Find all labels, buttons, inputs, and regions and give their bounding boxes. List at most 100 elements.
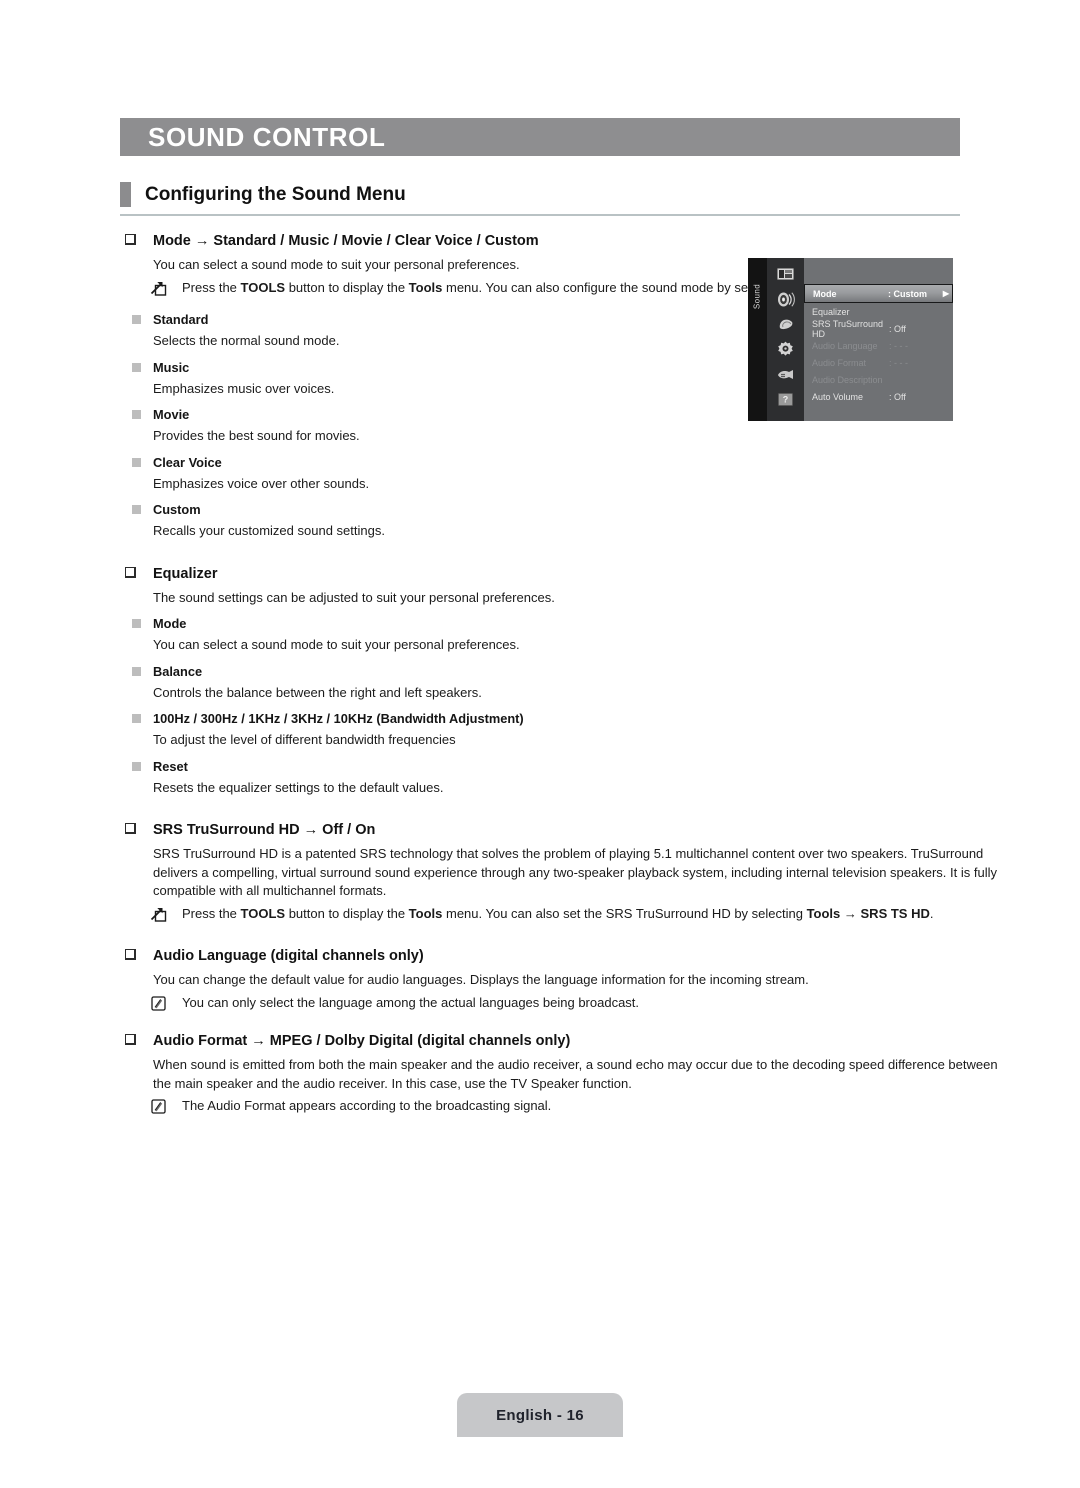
osd-row-label: Mode — [813, 288, 837, 299]
manual-page: SOUND CONTROL Configuring the Sound Menu… — [0, 0, 1080, 1488]
filled-square-bullet-icon — [132, 619, 141, 628]
filled-square-bullet-icon — [132, 714, 141, 723]
open-square-bullet-icon — [125, 823, 136, 834]
osd-menu-list: Mode : Custom ▶ Equalizer SRS TruSurroun… — [804, 258, 953, 421]
setup-icon[interactable] — [775, 339, 797, 359]
chapter-header-bar: SOUND CONTROL — [120, 118, 960, 156]
chapter-title: SOUND CONTROL — [148, 122, 386, 152]
input-icon[interactable] — [775, 364, 797, 384]
osd-row-value: : Off — [889, 323, 906, 334]
osd-row-audio-description: Audio Description — [804, 371, 953, 388]
osd-row-label: Audio Description — [812, 374, 883, 385]
section-title: Configuring the Sound Menu — [145, 184, 406, 205]
heading-srs-text: SRS TruSurround HD → Off / On — [153, 822, 376, 838]
open-square-bullet-icon — [125, 1034, 136, 1045]
audio-language-body: You can change the default value for aud… — [153, 972, 809, 987]
list-item: Custom — [120, 501, 980, 518]
tv-osd-screenshot: Sound ? Mode: Custom ▶ Equalizer SRS Tr… — [748, 258, 953, 421]
osd-row-label: Audio Language — [812, 340, 878, 351]
audio-format-body: When sound is emitted from both the main… — [153, 1057, 998, 1091]
tools-icon — [150, 281, 167, 296]
srs-tools-note-text: Press the TOOLS button to display the To… — [182, 905, 934, 921]
equalizer-intro: The sound settings can be adjusted to su… — [153, 589, 555, 605]
audio-language-note: You can only select the language among t… — [120, 994, 980, 1013]
equalizer-item-list: Mode You can select a sound mode to suit… — [120, 615, 980, 797]
list-item-label: 100Hz / 300Hz / 1KHz / 3KHz / 10KHz (Ban… — [153, 711, 524, 726]
heading-srs-trusurround: SRS TruSurround HD → Off / On — [120, 821, 980, 839]
open-square-bullet-icon — [125, 234, 136, 245]
list-item-desc: Recalls your customized sound settings. — [153, 523, 385, 538]
support-icon[interactable]: ? — [775, 389, 797, 409]
audio-language-note-text: You can only select the language among t… — [182, 994, 640, 1010]
osd-vertical-label: Sound — [752, 283, 762, 310]
list-item-label: Standard — [153, 312, 209, 327]
osd-row-srs-trusurround-hd[interactable]: SRS TruSurround HD : Off — [804, 319, 953, 339]
picture-icon[interactable] — [775, 264, 797, 284]
osd-row-mode[interactable]: Mode : Custom ▶ — [804, 284, 953, 303]
heading-audio-format-text: Audio Format → MPEG / Dolby Digital (dig… — [153, 1033, 571, 1049]
filled-square-bullet-icon — [132, 761, 141, 771]
heading-equalizer: Equalizer — [120, 565, 980, 583]
section-divider — [120, 214, 960, 216]
audio-format-note: The Audio Format appears according to th… — [120, 1097, 980, 1116]
list-item-label: Custom — [153, 502, 201, 517]
osd-row-value: : - - - — [889, 340, 908, 351]
list-item: Mode — [120, 615, 980, 632]
list-item-label: Movie — [153, 407, 190, 422]
section-marker-icon — [120, 182, 131, 207]
list-item-label: Balance — [153, 663, 203, 679]
page-footer-tab: English - 16 — [457, 1393, 623, 1437]
heading-audio-language: Audio Language (digital channels only) — [120, 947, 980, 965]
osd-row-value: : Off — [889, 391, 906, 402]
heading-audio-format: Audio Format → MPEG / Dolby Digital (dig… — [120, 1032, 980, 1050]
list-item: Clear Voice — [120, 454, 980, 471]
osd-row-auto-volume[interactable]: Auto Volume : Off — [804, 388, 953, 405]
heading-equalizer-text: Equalizer — [153, 565, 218, 582]
osd-row-audio-format: Audio Format : - - - — [804, 354, 953, 371]
osd-row-value: : Custom — [888, 288, 927, 299]
osd-icon-column: ? — [767, 258, 804, 421]
note-icon — [151, 995, 166, 1011]
filled-square-bullet-icon — [132, 457, 141, 467]
filled-square-bullet-icon — [132, 362, 141, 372]
osd-row-label: Auto Volume — [812, 391, 864, 402]
svg-text:?: ? — [783, 394, 789, 404]
list-item-label: Mode — [153, 616, 187, 631]
list-item-desc: Resets the equalizer settings to the def… — [153, 779, 444, 795]
open-square-bullet-icon — [125, 566, 136, 578]
heading-mode-text: Mode → Standard / Music / Movie / Clear … — [153, 233, 539, 249]
list-item-desc: You can select a sound mode to suit your… — [153, 637, 520, 652]
list-item-label: Music — [153, 359, 190, 375]
audio-format-note-text: The Audio Format appears according to th… — [182, 1098, 552, 1113]
list-item-label: Reset — [153, 758, 188, 774]
osd-row-label: Equalizer — [812, 306, 850, 317]
list-item: Reset — [120, 758, 980, 775]
heading-mode: Mode → Standard / Music / Movie / Clear … — [120, 232, 980, 250]
osd-row-audio-language: Audio Language : - - - — [804, 337, 953, 354]
srs-tools-note: Press the TOOLS button to display the To… — [120, 905, 1027, 924]
filled-square-bullet-icon — [132, 410, 141, 419]
list-item-desc: To adjust the level of different bandwid… — [153, 732, 456, 747]
chevron-right-icon: ▶ — [942, 289, 950, 298]
sound-icon[interactable] — [775, 289, 797, 309]
osd-row-value: : - - - — [889, 357, 908, 368]
filled-square-bullet-icon — [132, 666, 141, 676]
list-item-label: Clear Voice — [153, 454, 222, 470]
tools-icon — [150, 907, 167, 922]
list-item: 100Hz / 300Hz / 1KHz / 3KHz / 10KHz (Ban… — [120, 710, 980, 727]
open-square-bullet-icon — [125, 949, 136, 960]
section-heading: Configuring the Sound Menu — [120, 182, 960, 216]
srs-body: SRS TruSurround HD is a patented SRS tec… — [153, 846, 997, 898]
list-item-desc: Emphasizes voice over other sounds. — [153, 475, 370, 491]
page-number-label: English - 16 — [496, 1406, 584, 1424]
filled-square-bullet-icon — [132, 315, 141, 324]
osd-top-spacer — [804, 258, 953, 284]
osd-row-label: Audio Format — [812, 357, 867, 368]
list-item-desc: Controls the balance between the right a… — [153, 684, 482, 700]
heading-audio-language-text: Audio Language (digital channels only) — [153, 948, 424, 964]
channel-icon[interactable] — [775, 314, 797, 334]
filled-square-bullet-icon — [132, 505, 141, 514]
osd-row-equalizer[interactable]: Equalizer — [804, 303, 953, 320]
list-item: Balance — [120, 663, 980, 680]
osd-left-rail: Sound — [748, 258, 767, 421]
